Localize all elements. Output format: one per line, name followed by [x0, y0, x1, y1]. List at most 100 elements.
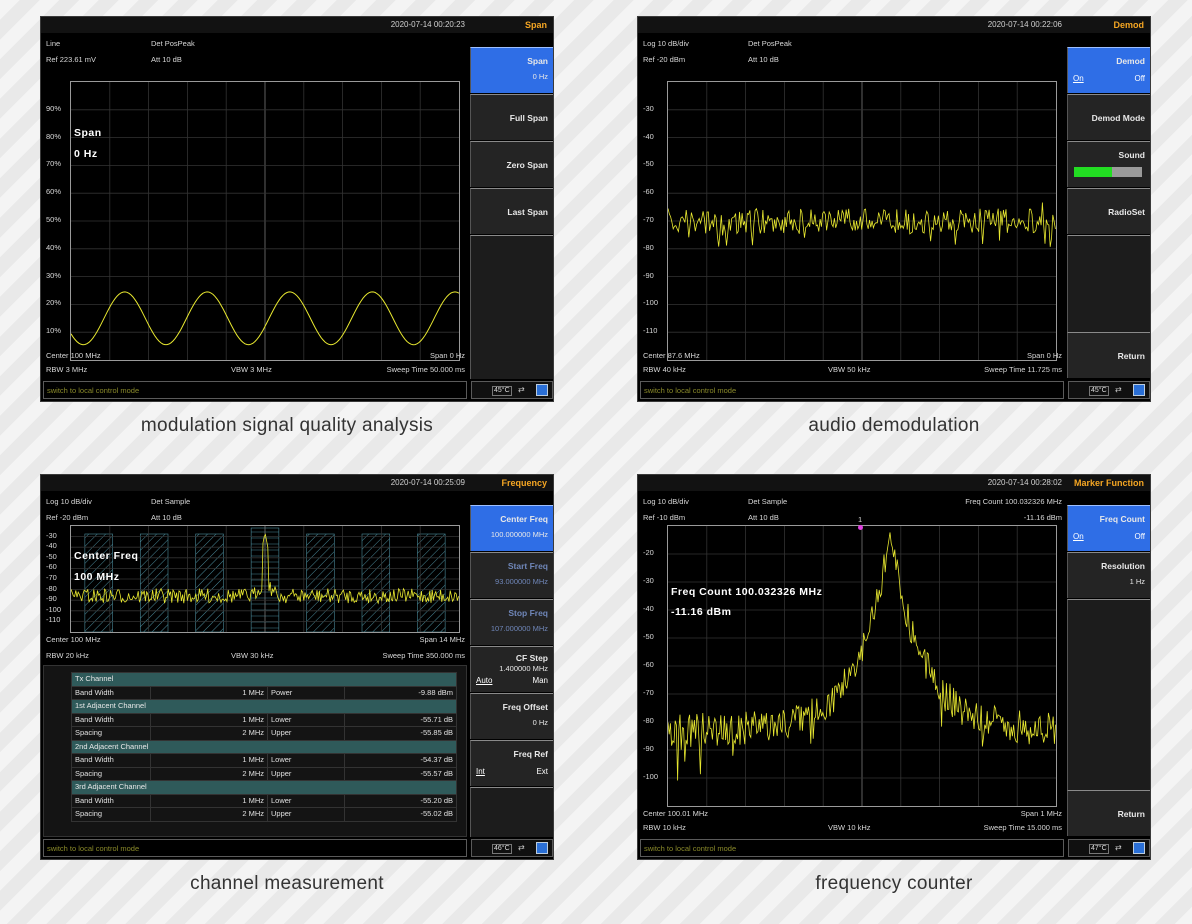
y-tick-label: -30: [46, 530, 57, 540]
freq-ref-ext[interactable]: Ext: [536, 767, 548, 776]
usb-icon: ⇄: [518, 843, 525, 852]
y-tick-label: -40: [643, 131, 654, 141]
softkey-start-freq[interactable]: Start Freq 93.000000 MHz: [470, 552, 553, 598]
softkey-last-span[interactable]: Last Span: [470, 188, 553, 234]
y-tick-label: 30%: [46, 270, 62, 280]
softkey-resolution[interactable]: Resolution 1 Hz: [1067, 552, 1150, 598]
menu-title: Span: [469, 17, 553, 33]
trace-svg: [668, 82, 1056, 360]
table-cell: Upper: [267, 726, 345, 741]
adjacent-channel-band: [361, 533, 391, 632]
ref-level: Ref 223.61 mV: [46, 55, 97, 64]
overlay-label: Freq Count 100.032326 MHz: [671, 586, 823, 598]
softkey-zero-span[interactable]: Zero Span: [470, 141, 553, 187]
table-cell: -54.37 dB: [344, 753, 457, 768]
y-tick-label: 40%: [46, 242, 62, 252]
y-tick-label: -90: [46, 594, 57, 604]
trace-svg: [668, 526, 1056, 806]
vbw: VBW 50 kHz: [828, 365, 871, 374]
attenuation: Att 10 dB: [748, 55, 779, 64]
softkey-freq-ref[interactable]: Freq Ref Int Ext: [470, 740, 553, 786]
y-tick-label: -50: [46, 551, 57, 561]
demod-on[interactable]: On: [1073, 74, 1084, 83]
y-tick-label: -90: [643, 270, 654, 280]
rbw: RBW 40 kHz: [643, 365, 686, 374]
network-icon: [536, 384, 548, 396]
softkey-cf-step[interactable]: CF Step 1.400000 MHz Auto Man: [470, 646, 553, 692]
softkey-sound[interactable]: Sound: [1067, 141, 1150, 187]
table-cell: -55.20 dB: [344, 793, 457, 808]
y-tick-label: -60: [643, 660, 654, 669]
center-freq: Center 100 MHz: [46, 351, 101, 360]
scale-mode: Line: [46, 39, 61, 48]
vbw: VBW 10 kHz: [828, 823, 871, 832]
table-cell: Lower: [267, 753, 345, 768]
top-bar: 2020-07-14 00:25:09: [41, 475, 469, 491]
network-icon: [1133, 842, 1145, 854]
softkey-span[interactable]: Span 0 Hz: [470, 47, 553, 93]
demod-off[interactable]: Off: [1134, 74, 1145, 83]
y-tick-label: -100: [643, 772, 659, 781]
softkey-return[interactable]: Return: [1067, 790, 1150, 836]
freq-count-on[interactable]: On: [1073, 532, 1084, 541]
detector: Det Sample: [748, 497, 788, 506]
softkey-stop-freq[interactable]: Stop Freq 107.000000 MHz: [470, 599, 553, 645]
vbw: VBW 30 kHz: [231, 651, 274, 660]
softkey-demod[interactable]: Demod On Off: [1067, 47, 1150, 93]
y-tick-label: 80%: [46, 131, 62, 141]
marker-icon[interactable]: [858, 525, 863, 530]
cf-step-man[interactable]: Man: [532, 676, 548, 685]
freq-count-off[interactable]: Off: [1134, 532, 1145, 541]
caption: audio demodulation: [808, 415, 980, 436]
cf-step-auto[interactable]: Auto: [476, 676, 492, 685]
table-row: Spacing 2 MHz Upper -55.85 dB: [71, 726, 457, 741]
softkey-freq-count[interactable]: Freq Count On Off: [1067, 505, 1150, 551]
softkey-empty: [1067, 235, 1150, 332]
table-cell: -55.85 dB: [344, 726, 457, 741]
table-cell: 2 MHz: [150, 726, 268, 741]
softkey-radioset[interactable]: RadioSet: [1067, 188, 1150, 234]
y-tick-label: 70%: [46, 159, 62, 169]
y-tick-label: -20: [643, 548, 654, 557]
table-cell: Lower: [267, 793, 345, 808]
y-tick-label: -30: [643, 576, 654, 585]
plot-grid: [668, 82, 1056, 360]
y-tick-label: -80: [643, 242, 654, 252]
y-tick-label: -50: [643, 159, 654, 169]
softkey-full-span[interactable]: Full Span: [470, 94, 553, 140]
y-tick-label: -60: [643, 187, 654, 197]
center-freq: Center 87.6 MHz: [643, 351, 700, 360]
plot-grid: [668, 526, 1056, 806]
channel-table: Tx Channel Band Width 1 MHz Power -9.88 dBm 1…: [71, 672, 457, 822]
attenuation: Att 10 dB: [151, 55, 182, 64]
adjacent-channel-band: [417, 533, 446, 632]
status-bar: switch to local control mode: [43, 839, 467, 857]
softkey-center-freq[interactable]: Center Freq 100.000000 MHz: [470, 505, 553, 551]
trace-plot: [70, 525, 460, 633]
screen-span: 2020-07-14 00:20:23 Span Line Ref 223.61…: [40, 16, 554, 402]
network-icon: [1133, 384, 1145, 396]
table-section-header: 3rd Adjacent Channel: [71, 780, 457, 795]
table-cell: Band Width: [71, 793, 151, 808]
menu-title: Demod: [1066, 17, 1150, 33]
trace-plot: [667, 81, 1057, 361]
y-tick-label: -40: [46, 541, 57, 551]
table-cell: 2 MHz: [150, 766, 268, 781]
trace-plot: [667, 525, 1057, 807]
system-tray: 45°C ⇄: [471, 381, 553, 399]
softkey-return[interactable]: Return: [1067, 332, 1150, 378]
freq-ref-int[interactable]: Int: [476, 767, 485, 776]
span-value: Span 14 MHz: [419, 635, 465, 644]
y-tick-label: -70: [46, 573, 57, 582]
softkey-demod-mode[interactable]: Demod Mode: [1067, 94, 1150, 140]
table-cell: Band Width: [71, 712, 151, 727]
trace-svg: [71, 82, 459, 360]
scale-mode: Log 10 dB/div: [643, 39, 689, 48]
sweep-time: Sweep Time 15.000 ms: [983, 823, 1062, 832]
softkey-freq-offset[interactable]: Freq Offset 0 Hz: [470, 693, 553, 739]
y-tick-label: -70: [643, 688, 654, 697]
rbw: RBW 3 MHz: [46, 365, 88, 374]
volume-level[interactable]: [1074, 167, 1112, 177]
attenuation: Att 10 dB: [151, 513, 182, 522]
table-cell: Spacing: [71, 807, 151, 822]
